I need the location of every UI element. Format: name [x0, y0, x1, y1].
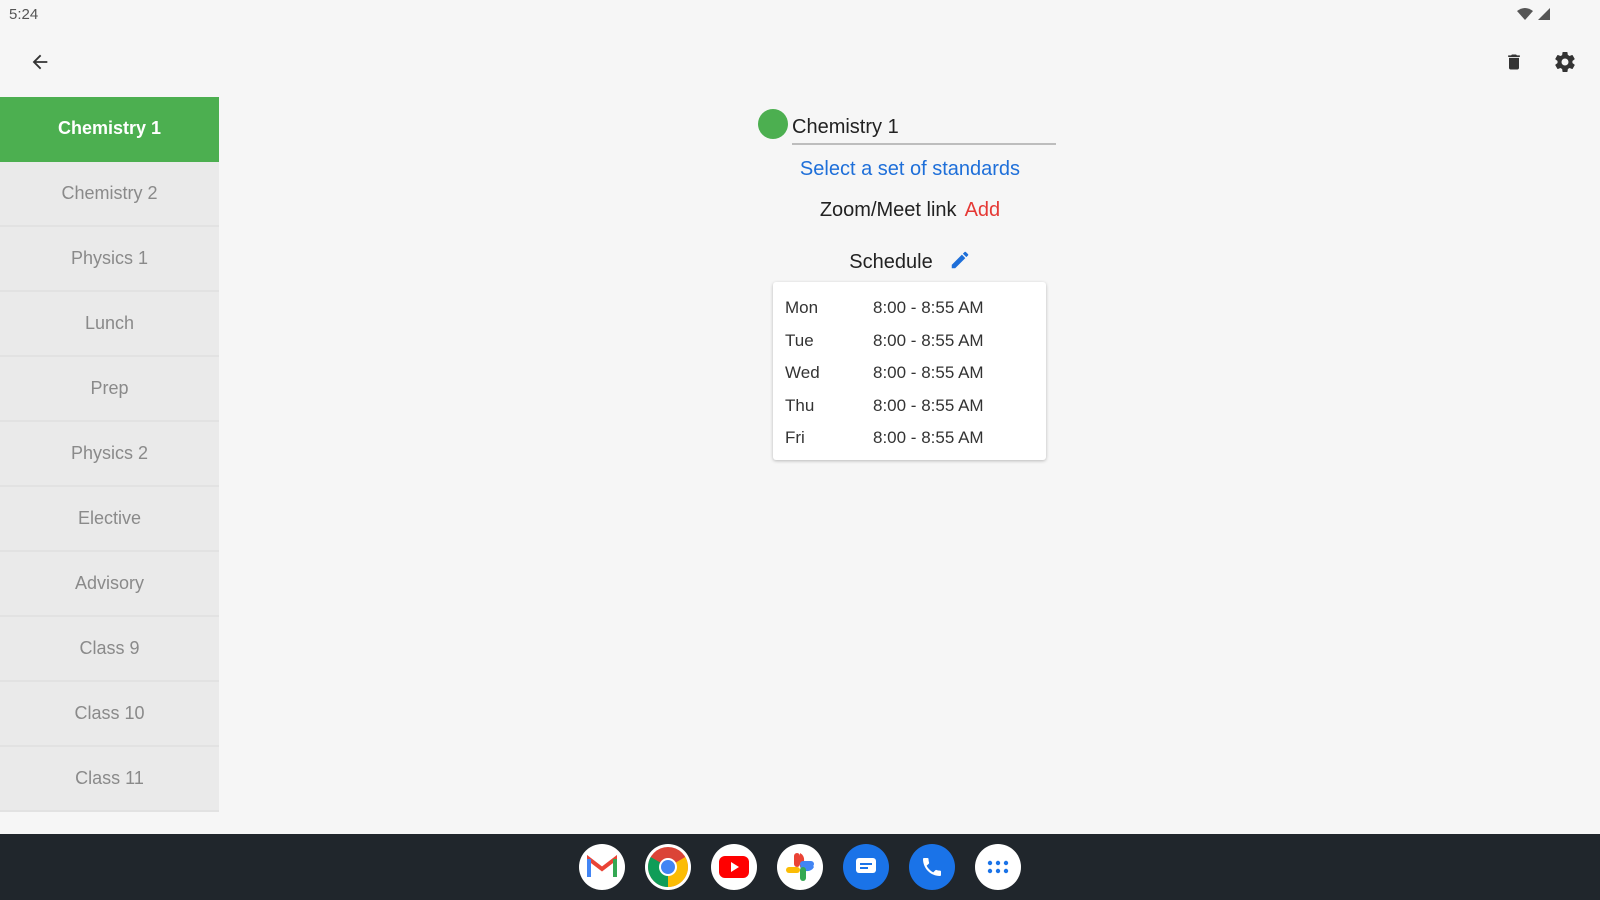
trash-icon — [1508, 54, 1520, 70]
sidebar-item-chemistry-1[interactable]: Chemistry 1 — [0, 97, 219, 162]
schedule-row: Fri 8:00 - 8:55 AM — [785, 422, 1034, 455]
messages-app[interactable] — [843, 844, 889, 890]
sidebar-item-physics-2[interactable]: Physics 2 — [0, 422, 219, 487]
photos-app[interactable] — [777, 844, 823, 890]
schedule-time: 8:00 - 8:55 AM — [873, 330, 984, 350]
schedule-day: Thu — [785, 395, 815, 415]
zoom-link-add-button[interactable]: Add — [965, 199, 1001, 221]
schedule-time: 8:00 - 8:55 AM — [873, 428, 984, 448]
sidebar-item-prep[interactable]: Prep — [0, 357, 219, 422]
sidebar-item-class-10[interactable]: Class 10 — [0, 682, 219, 747]
pencil-icon — [951, 251, 968, 269]
gmail-icon — [587, 855, 617, 877]
sidebar-item-class-11[interactable]: Class 11 — [0, 747, 219, 812]
back-button[interactable] — [20, 42, 60, 82]
class-title-row — [758, 107, 1058, 145]
zoom-link-row: Zoom/Meet link Add — [700, 199, 1120, 222]
select-standards-link[interactable]: Select a set of standards — [700, 158, 1120, 181]
messages-icon — [856, 858, 876, 873]
youtube-icon — [719, 856, 749, 878]
gmail-app[interactable] — [579, 844, 625, 890]
schedule-card[interactable]: Mon 8:00 - 8:55 AM Tue 8:00 - 8:55 AM We… — [773, 282, 1046, 460]
class-color-picker[interactable] — [758, 109, 788, 139]
screen: 5:24 Chemistry 1 Chemistry 2 Physics 1 L… — [0, 0, 1600, 900]
schedule-label: Schedule — [849, 251, 933, 273]
schedule-header: Schedule — [700, 249, 1120, 277]
app-drawer[interactable] — [975, 844, 1021, 890]
phone-icon — [923, 858, 941, 876]
gear-icon — [1555, 52, 1575, 73]
chrome-app[interactable] — [645, 844, 691, 890]
schedule-time: 8:00 - 8:55 AM — [873, 363, 984, 383]
status-icons — [1516, 6, 1556, 22]
sidebar-item-class-9[interactable]: Class 9 — [0, 617, 219, 682]
schedule-row: Tue 8:00 - 8:55 AM — [785, 325, 1034, 358]
status-time: 5:24 — [9, 6, 39, 23]
class-sidebar: Chemistry 1 Chemistry 2 Physics 1 Lunch … — [0, 97, 219, 834]
edit-schedule-button[interactable] — [949, 249, 971, 277]
sidebar-item-physics-1[interactable]: Physics 1 — [0, 227, 219, 292]
class-name-input[interactable] — [792, 107, 1056, 145]
sidebar-item-elective[interactable]: Elective — [0, 487, 219, 552]
back-arrow-icon — [32, 54, 48, 70]
photos-icon — [786, 853, 814, 881]
schedule-row: Thu 8:00 - 8:55 AM — [785, 390, 1034, 423]
settings-button[interactable] — [1545, 42, 1585, 82]
schedule-day: Tue — [785, 330, 814, 350]
delete-button[interactable] — [1494, 42, 1534, 82]
chrome-icon — [648, 847, 688, 887]
youtube-app[interactable] — [711, 844, 757, 890]
phone-app[interactable] — [909, 844, 955, 890]
app-bar — [0, 36, 1600, 88]
sidebar-item-lunch[interactable]: Lunch — [0, 292, 219, 357]
schedule-row: Mon 8:00 - 8:55 AM — [785, 292, 1034, 325]
wifi-icon — [1517, 8, 1550, 20]
zoom-link-label: Zoom/Meet link — [819, 199, 957, 221]
status-bar: 5:24 — [0, 0, 1600, 28]
app-drawer-icon — [987, 860, 1009, 874]
schedule-day: Mon — [785, 298, 819, 318]
schedule-day: Wed — [785, 363, 820, 383]
taskbar — [0, 834, 1600, 900]
sidebar-item-chemistry-2[interactable]: Chemistry 2 — [0, 162, 219, 227]
schedule-row: Wed 8:00 - 8:55 AM — [785, 357, 1034, 390]
schedule-time: 8:00 - 8:55 AM — [873, 298, 984, 318]
schedule-day: Fri — [785, 428, 805, 448]
schedule-time: 8:00 - 8:55 AM — [873, 395, 984, 415]
sidebar-item-advisory[interactable]: Advisory — [0, 552, 219, 617]
